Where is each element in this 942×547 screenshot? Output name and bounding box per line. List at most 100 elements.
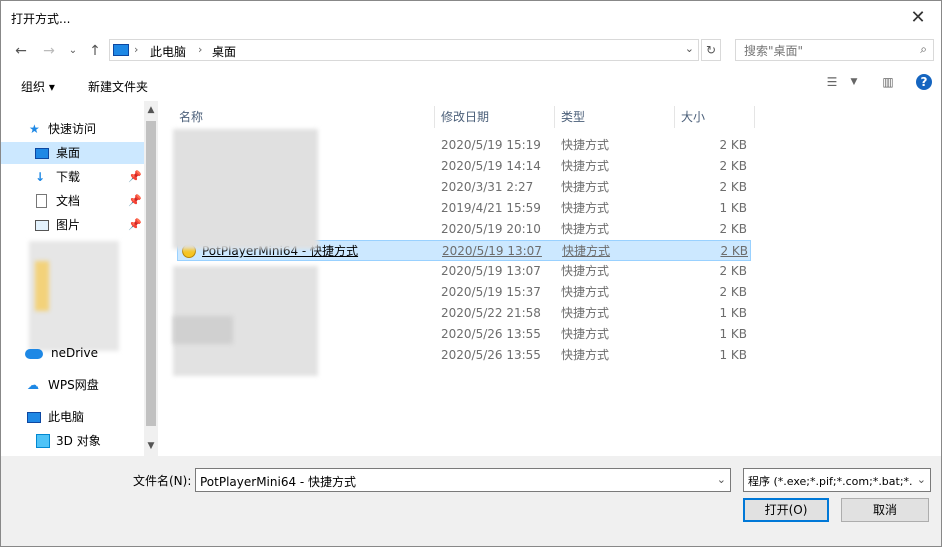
pin-icon[interactable]: 📌	[128, 214, 142, 236]
filename-label: 文件名(N):	[133, 474, 192, 488]
file-type: 快捷方式	[561, 285, 610, 299]
file-date: 2020/5/19 15:19	[441, 138, 541, 152]
blurred-file-names	[173, 316, 233, 344]
chevron-down-icon[interactable]: ▼	[843, 71, 865, 93]
nav-item-desktop[interactable]: 桌面	[1, 142, 146, 164]
file-type: 快捷方式	[561, 201, 610, 215]
blurred-file-names	[173, 129, 318, 249]
file-date: 2020/3/31 2:27	[441, 180, 534, 194]
organize-button[interactable]: 组织 ▾	[21, 78, 55, 95]
file-type: 快捷方式	[561, 264, 610, 278]
search-box[interactable]: ⌕	[735, 39, 934, 61]
open-with-dialog: 打开方式... ✕ ← → ⌄ ↑ › 此电脑 › 桌面 ⌄ ↻ ⌕ 组织 ▾ …	[0, 0, 942, 547]
file-list: 名称 修改日期 类型 大小 2020/5/19 15:19 快捷方式 2 KB 202…	[161, 101, 941, 456]
file-size: 2 KB	[719, 264, 747, 278]
column-header-date[interactable]: 修改日期	[423, 106, 555, 128]
nav-onedrive[interactable]: neDrive	[1, 342, 146, 364]
file-size: 2 KB	[719, 159, 747, 173]
scrollbar-thumb[interactable]	[146, 121, 156, 426]
file-type: 快捷方式	[561, 306, 610, 320]
file-size: 2 KB	[719, 285, 747, 299]
nav-item-documents[interactable]: 文档 📌	[1, 190, 146, 212]
filename-field[interactable]: PotPlayerMini64 - 快捷方式 ⌄	[195, 468, 731, 492]
preview-pane-icon[interactable]: ▥	[877, 71, 899, 93]
file-type: 快捷方式	[561, 348, 610, 362]
file-date: 2020/5/26 13:55	[441, 348, 541, 362]
nav-quick-access[interactable]: ★ 快速访问	[1, 118, 146, 140]
file-date: 2019/4/21 15:59	[441, 201, 541, 215]
nav-3d-objects[interactable]: 3D 对象	[1, 430, 146, 452]
chevron-down-icon[interactable]: ▼	[144, 441, 158, 451]
breadcrumb-this-pc[interactable]: 此电脑	[150, 43, 186, 60]
file-date: 2020/5/19 20:10	[441, 222, 541, 236]
file-date: 2020/5/19 14:14	[441, 159, 541, 173]
new-folder-button[interactable]: 新建文件夹	[88, 78, 148, 95]
up-arrow-icon[interactable]: ↑	[85, 41, 105, 61]
file-size: 2 KB	[719, 222, 747, 236]
chevron-right-icon[interactable]: ›	[198, 43, 202, 56]
file-date: 2020/5/19 13:07	[442, 244, 542, 258]
file-size: 2 KB	[720, 244, 748, 258]
desktop-icon	[35, 148, 49, 159]
file-date: 2020/5/19 13:07	[441, 264, 541, 278]
chevron-down-icon[interactable]: ⌄	[717, 473, 726, 486]
nav-item-pictures[interactable]: 图片 📌	[1, 214, 146, 236]
title-bar: 打开方式... ✕	[1, 1, 941, 35]
recent-dropdown-icon[interactable]: ⌄	[63, 41, 83, 61]
chevron-down-icon[interactable]: ⌄	[685, 42, 694, 55]
close-icon[interactable]: ✕	[895, 1, 941, 35]
window-title: 打开方式...	[11, 12, 71, 26]
nav-item-download[interactable]: ↓ 下载 📌	[1, 166, 146, 188]
download-icon: ↓	[35, 170, 46, 184]
file-type: 快捷方式	[561, 222, 610, 236]
column-header-type[interactable]: 类型	[543, 106, 675, 128]
file-type: 快捷方式	[561, 138, 610, 152]
computer-icon	[113, 44, 129, 56]
address-bar[interactable]: › 此电脑 › 桌面 ⌄	[109, 39, 699, 61]
document-icon	[36, 194, 47, 208]
nav-scrollbar[interactable]: ▲ ▼	[144, 101, 158, 456]
file-date: 2020/5/19 15:37	[441, 285, 541, 299]
forward-arrow-icon[interactable]: →	[39, 41, 59, 61]
refresh-icon[interactable]: ↻	[701, 39, 721, 61]
dialog-footer: 文件名(N): PotPlayerMini64 - 快捷方式 ⌄ 程序 (*.e…	[1, 456, 941, 546]
file-type: 快捷方式	[561, 159, 610, 173]
chevron-down-icon[interactable]: ⌄	[916, 473, 926, 486]
breadcrumb-desktop[interactable]: 桌面	[212, 43, 236, 60]
view-options-icon[interactable]: ☰	[821, 71, 843, 93]
file-type-filter[interactable]: 程序 (*.exe;*.pif;*.com;*.bat;*. ⌄	[743, 468, 931, 492]
nav-this-pc[interactable]: 此电脑	[1, 406, 146, 428]
help-icon[interactable]: ?	[916, 74, 932, 90]
pin-icon[interactable]: 📌	[128, 190, 142, 212]
file-type: 快捷方式	[561, 180, 610, 194]
file-size: 1 KB	[719, 306, 747, 320]
cloud-icon	[25, 349, 43, 359]
pin-icon[interactable]: 📌	[128, 166, 142, 188]
star-icon: ★	[29, 122, 40, 136]
nav-wps-drive[interactable]: ☁ WPS网盘	[1, 374, 146, 396]
address-row: ← → ⌄ ↑ › 此电脑 › 桌面 ⌄ ↻ ⌕	[1, 37, 941, 65]
column-header-size[interactable]: 大小	[663, 106, 755, 128]
wps-cloud-icon: ☁	[27, 378, 39, 392]
file-size: 2 KB	[719, 138, 747, 152]
column-header-name[interactable]: 名称	[161, 106, 435, 128]
search-icon[interactable]: ⌕	[920, 42, 927, 57]
file-date: 2020/5/22 21:58	[441, 306, 541, 320]
cancel-button[interactable]: 取消	[841, 498, 929, 522]
open-button[interactable]: 打开(O)	[743, 498, 829, 522]
navigation-pane: ★ 快速访问 桌面 ↓ 下载 📌 文档 📌 图片 📌 neDrive ☁ WPS…	[1, 101, 159, 456]
file-type: 快捷方式	[562, 244, 611, 258]
file-size: 1 KB	[719, 201, 747, 215]
file-date: 2020/5/26 13:55	[441, 327, 541, 341]
cube-icon	[36, 434, 50, 448]
chevron-up-icon[interactable]: ▲	[144, 105, 158, 115]
file-size: 2 KB	[719, 180, 747, 194]
search-input[interactable]	[742, 43, 906, 59]
chevron-right-icon[interactable]: ›	[134, 43, 138, 56]
file-size: 1 KB	[719, 327, 747, 341]
picture-icon	[35, 220, 49, 231]
back-arrow-icon[interactable]: ←	[11, 41, 31, 61]
computer-icon	[27, 412, 41, 423]
toolbar: 组织 ▾ 新建文件夹 ☰ ▼ ▥ ?	[1, 71, 941, 101]
blurred-folder-icons	[35, 261, 49, 311]
